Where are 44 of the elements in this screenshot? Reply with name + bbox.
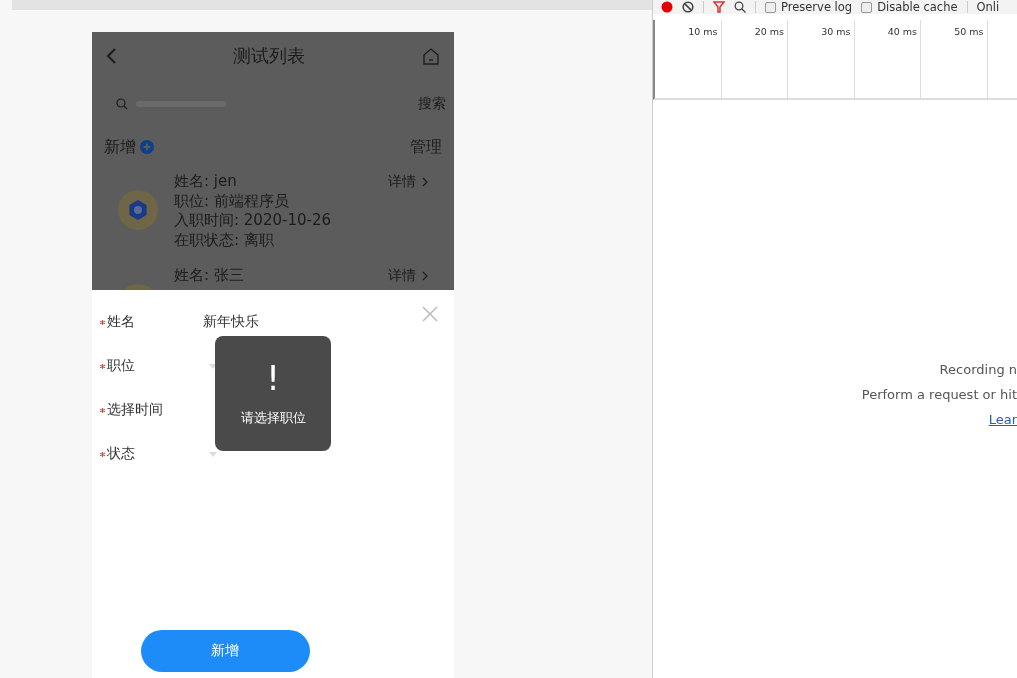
checkbox[interactable] [861,1,873,13]
empty-message: Perform a request or hit [861,387,1017,402]
chevron-right-icon [422,177,428,187]
throttle-label[interactable]: Onli [976,0,1000,14]
field-label: 状态 [107,445,135,463]
record-line: 姓名: 张三 [174,266,245,286]
name-input[interactable]: 新年快乐 [203,314,323,330]
learn-link[interactable]: Lear [988,412,1017,427]
record-line: 姓名: jen [174,172,238,192]
time-tick: 40 ms [887,26,917,38]
time-tick: 50 ms [954,26,984,38]
time-tick: 20 ms [754,26,784,38]
checkbox-option[interactable]: Disable cache [861,0,958,14]
empty-message: Recording n [939,362,1017,377]
record-item[interactable]: 姓名: jen 职位: 前端程序员 入职时间: 2020-10-26 在职状态: 离职 详情 [92,166,454,260]
close-icon[interactable] [422,306,438,322]
submit-button[interactable]: 新增 [140,630,310,672]
page-title: 测试列表 [233,44,305,68]
plus-circle-icon [140,140,154,154]
search-icon[interactable] [734,1,746,13]
back-icon[interactable] [106,48,116,64]
checkbox[interactable] [765,1,776,13]
block-icon[interactable] [682,1,694,13]
search-icon [116,98,128,110]
chevron-right-icon [422,271,428,281]
record-icon[interactable] [661,1,673,13]
time-tick: 30 ms [821,26,851,38]
record-line: 在职状态: 离职 [174,230,275,250]
detail-link[interactable]: 详情 [388,266,428,286]
home-icon[interactable] [422,47,440,65]
checkbox-option[interactable]: Preserve log [765,0,853,14]
toast-symbol: ! [266,360,280,395]
field-label: 职位 [107,357,135,375]
search-button[interactable]: 搜索 [418,95,446,113]
time-tick: 10 ms [688,26,718,38]
detail-link[interactable]: 详情 [388,172,428,192]
record-line: 职位: 前端程序员 [174,191,290,211]
field-label: 选择时间 [107,401,163,419]
add-button[interactable]: 新增 [104,136,154,158]
dropdown-caret-icon [209,451,217,457]
toast-message: 请选择职位 [240,408,306,427]
record-line: 入职时间: 2020-10-26 [174,211,332,231]
manage-button[interactable]: 管理 [410,136,442,158]
filter-icon[interactable] [713,1,725,13]
